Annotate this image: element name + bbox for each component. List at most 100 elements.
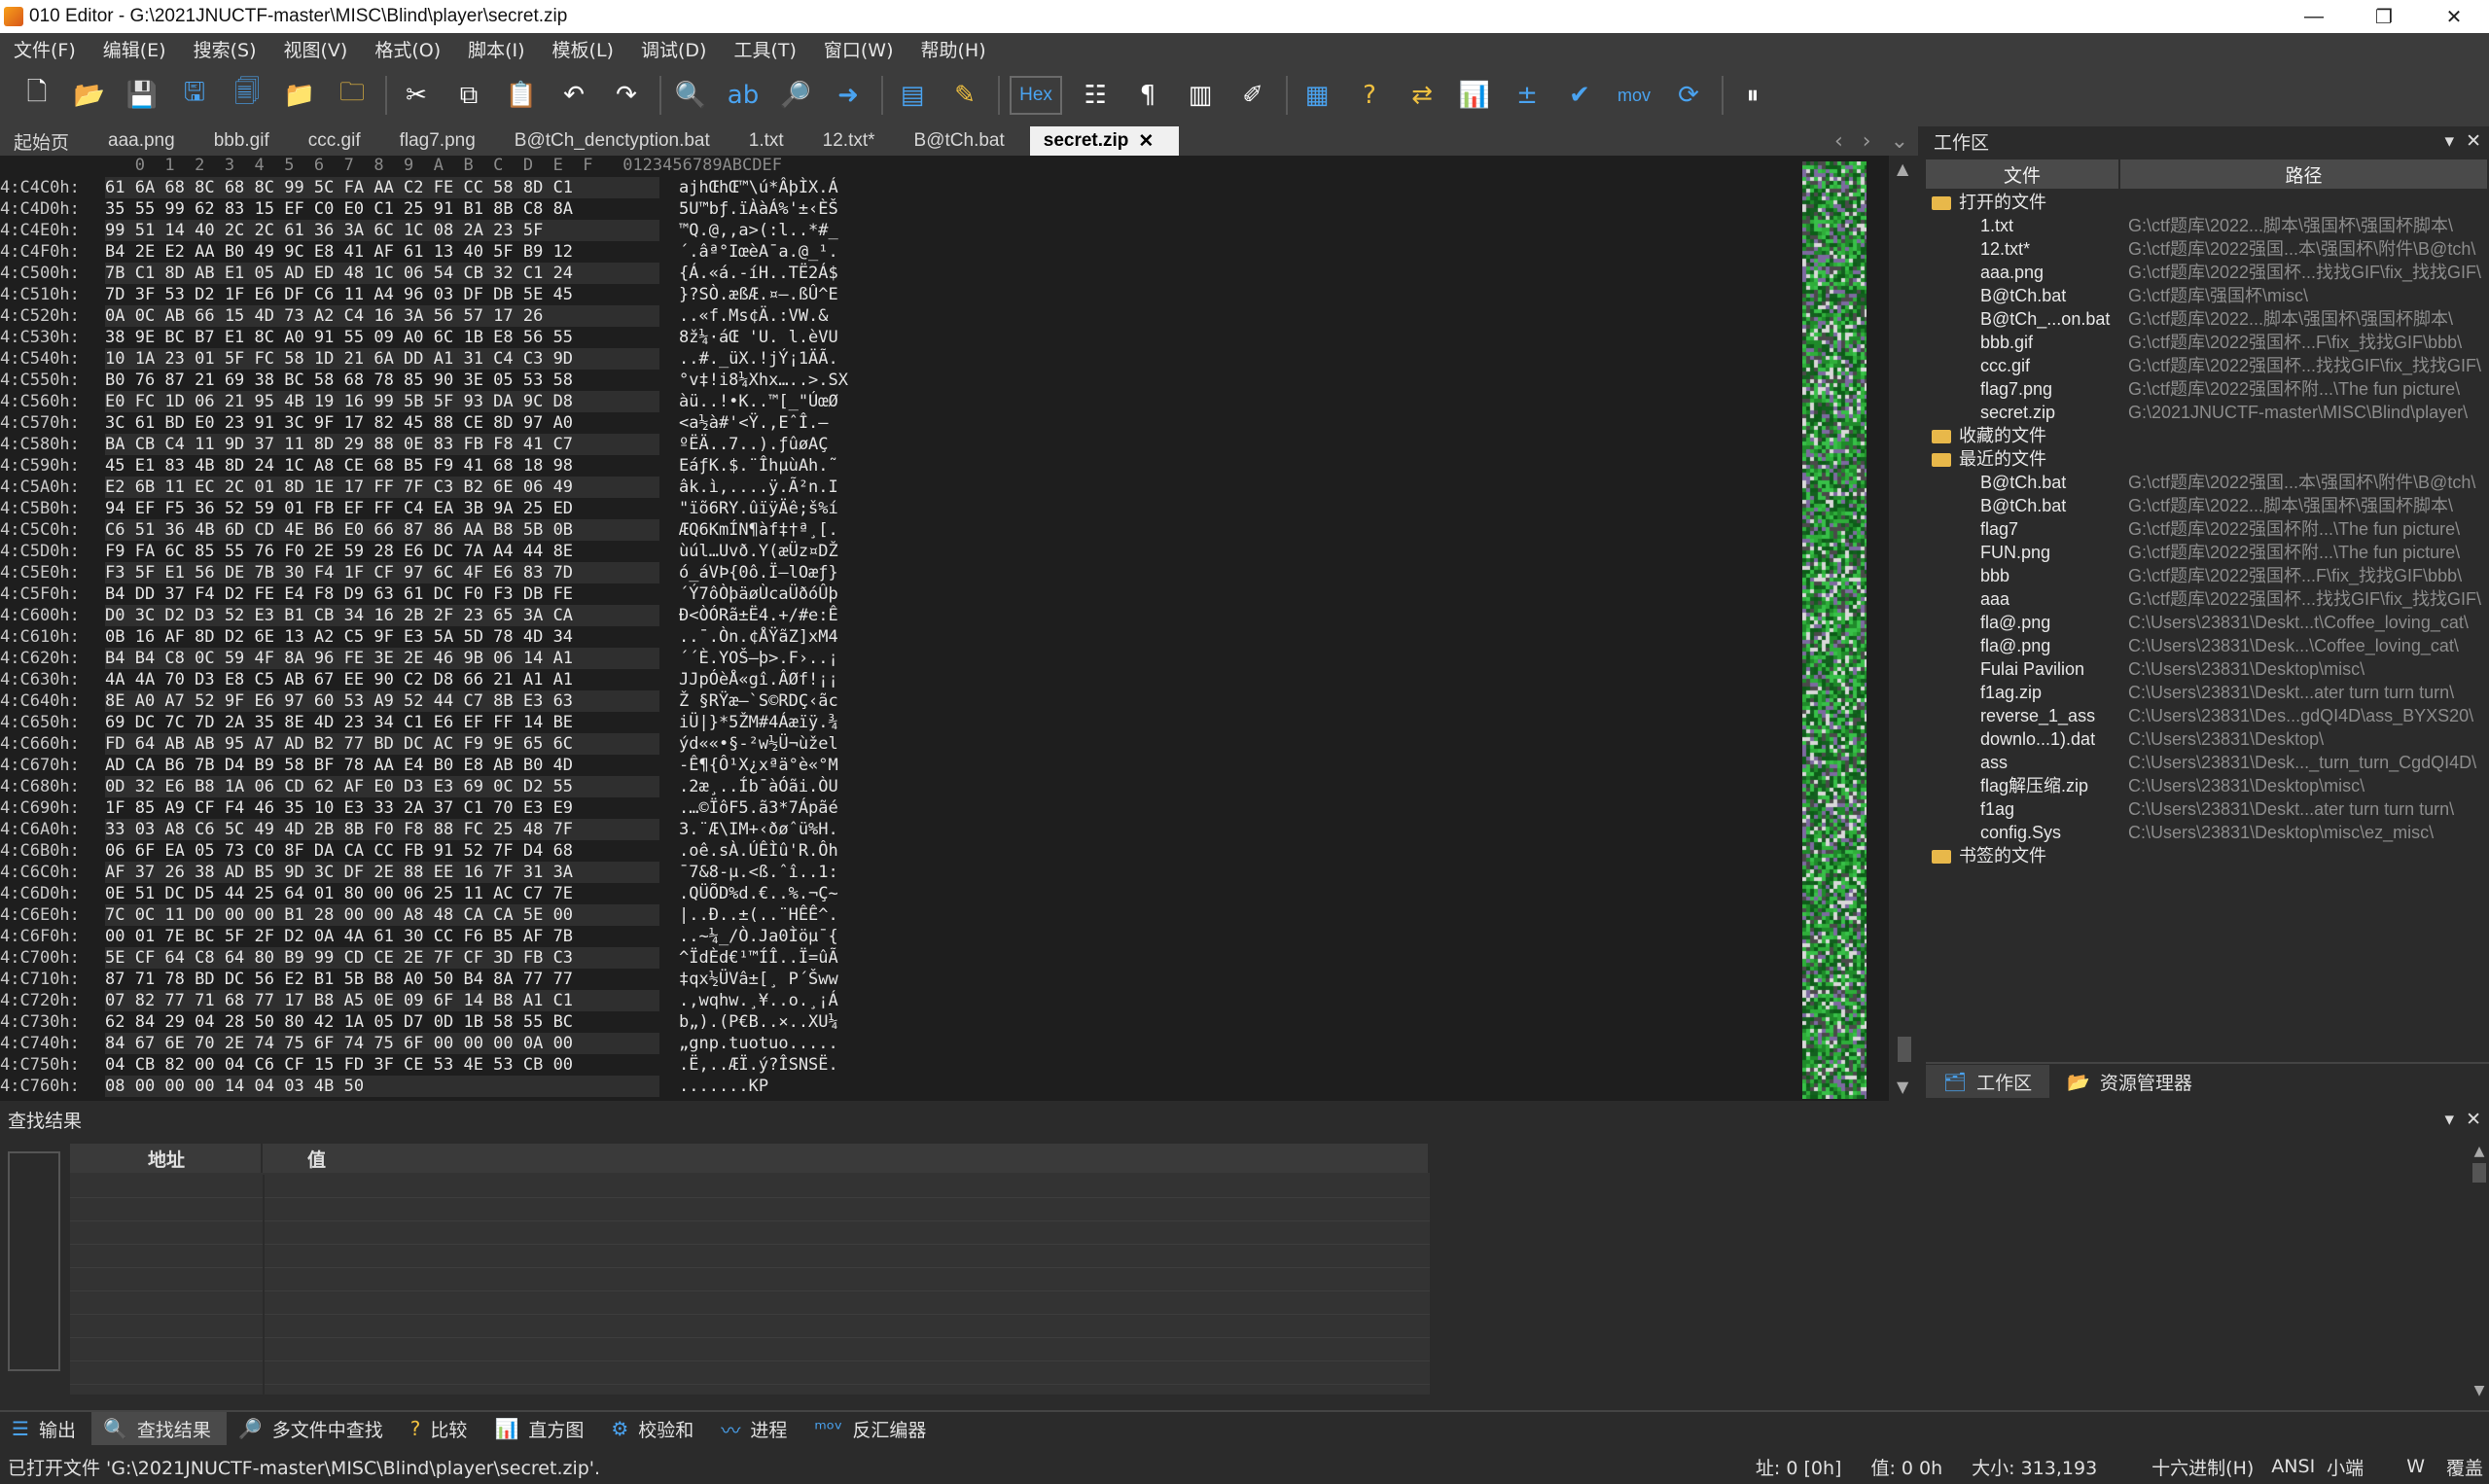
- hex-row-bytes[interactable]: B4 B4 C8 0C 59 4F 8A 96 FE 3E 2E 46 9B 0…: [105, 648, 659, 669]
- hex-row-bytes[interactable]: 0A 0C AB 66 15 4D 73 A2 C4 16 3A 56 57 1…: [105, 305, 659, 327]
- highlight-icon[interactable]: ✐: [1233, 76, 1272, 115]
- menu-script[interactable]: 脚本(I): [454, 36, 538, 62]
- hex-row-ascii[interactable]: Ž §RŸæ—`S©RDÇ‹ãc: [679, 690, 869, 712]
- cut-icon[interactable]: ✂: [397, 76, 436, 115]
- hex-row-bytes[interactable]: E0 FC 1D 06 21 95 4B 19 16 99 5B 5F 93 D…: [105, 391, 659, 412]
- menu-help[interactable]: 帮助(H): [907, 36, 1000, 62]
- hex-row-bytes[interactable]: 0B 16 AF 8D D2 6E 13 A2 C5 9F E3 5A 5D 7…: [105, 626, 659, 648]
- workspace-file-item[interactable]: bbb.gif G:\ctf题库\2022强国杯...F\fix_找找GIF\bb…: [1926, 331, 2489, 354]
- hex-row-bytes[interactable]: 45 E1 83 4B 8D 24 1C A8 CE 68 B5 F9 41 6…: [105, 455, 659, 477]
- workspace-file-item[interactable]: reverse_1_ass C:\Users\23831\Des...gdQI4D…: [1926, 704, 2489, 727]
- run-icon[interactable]: ✔: [1560, 76, 1599, 115]
- find-in-files-icon[interactable]: 🔎: [776, 76, 815, 115]
- hex-row-bytes[interactable]: BA CB C4 11 9D 37 11 8D 29 88 0E 83 FB F…: [105, 434, 659, 455]
- column-file[interactable]: 文件: [1926, 159, 2120, 189]
- hex-row-bytes[interactable]: 10 1A 23 01 5F FC 58 1D 21 6A DD A1 31 C…: [105, 348, 659, 370]
- workspace-file-item[interactable]: aaa G:\ctf题库\2022强国杯...找找GIF\fix_找找GIF\: [1926, 587, 2489, 611]
- hex-row-bytes[interactable]: AF 37 26 38 AD B5 9D 3C DF 2E 88 EE 16 7…: [105, 862, 659, 883]
- scroll-up-icon[interactable]: ▲: [2470, 1144, 2489, 1159]
- workspace-file-item[interactable]: downlo...1).dat C:\Users\23831\Desktop\: [1926, 727, 2489, 751]
- hex-row-bytes[interactable]: B0 76 87 21 69 38 BC 58 68 78 85 90 3E 0…: [105, 370, 659, 391]
- find-icon[interactable]: 🔍: [671, 76, 710, 115]
- minimize-button[interactable]: —: [2279, 0, 2349, 33]
- hex-row-bytes[interactable]: 08 00 00 00 14 04 03 4B 50: [105, 1076, 659, 1097]
- hex-row-ascii[interactable]: {Á.«á.-íH..TË2Á$: [679, 263, 869, 284]
- save-as-icon[interactable]: 🖫: [175, 76, 214, 115]
- hex-row-ascii[interactable]: iÜ|}*5ŽM#4Áæïÿ.¾: [679, 712, 869, 733]
- column-path[interactable]: 路径: [2120, 159, 2489, 189]
- chevron-left-icon[interactable]: ‹: [1834, 129, 1843, 154]
- checksum-icon[interactable]: ±: [1508, 76, 1547, 115]
- hex-row-bytes[interactable]: 7B C1 8D AB E1 05 AD ED 48 1C 06 54 CB 3…: [105, 263, 659, 284]
- open-file-icon[interactable]: 📂: [70, 76, 109, 115]
- tab-compare[interactable]: ? 比较: [399, 1412, 483, 1445]
- status-encoding[interactable]: ANSI: [2271, 1456, 2315, 1477]
- hex-row-bytes[interactable]: 35 55 99 62 83 15 EF C0 E0 C1 25 91 B1 8…: [105, 198, 659, 220]
- workspace-file-item[interactable]: fla@.png C:\Users\23831\Desk...\Coffee_lo…: [1926, 634, 2489, 657]
- hex-row-ascii[interactable]: Ð<ÒÓRã±Ë4.+/#e:Ê: [679, 605, 869, 626]
- hex-row-bytes[interactable]: 87 71 78 BD DC 56 E2 B1 5B B8 A0 50 B4 8…: [105, 969, 659, 990]
- hex-row-bytes[interactable]: F3 5F E1 56 DE 7B 30 F4 1F CF 97 6C 4F E…: [105, 562, 659, 583]
- tab-batch-decryption-bat[interactable]: B@tCh_denctyption.bat: [501, 126, 735, 156]
- undo-icon[interactable]: ↶: [554, 76, 593, 115]
- hex-row-ascii[interactable]: ..#._üX.!jÝ¡1ÄÃ.: [679, 348, 869, 370]
- status-overwrite[interactable]: 覆盖: [2446, 1454, 2483, 1480]
- menu-search[interactable]: 搜索(S): [180, 36, 270, 62]
- tab-aaa-png[interactable]: aaa.png: [94, 126, 200, 156]
- workspace-file-item[interactable]: fla@.png C:\Users\23831\Deskt...t\Coffee_…: [1926, 611, 2489, 634]
- scroll-down-icon[interactable]: ▼: [1897, 1078, 1908, 1096]
- hex-scrollbar[interactable]: ▲ ▼: [1889, 156, 1918, 1101]
- template-icon[interactable]: ▤: [893, 76, 932, 115]
- workspace-group[interactable]: 书签的文件: [1926, 844, 2489, 867]
- hex-row-ascii[interactable]: ‡qx½ÜVâ±[¸ P´Šww: [679, 969, 869, 990]
- hex-row-ascii[interactable]: ´´È.YOŠ–þ>.F›..¡: [679, 648, 869, 669]
- hex-toggle[interactable]: Hex: [1010, 76, 1062, 115]
- columns-icon[interactable]: ▥: [1181, 76, 1220, 115]
- copy-icon[interactable]: ⧉: [449, 76, 488, 115]
- hex-row-ascii[interactable]: ..¯.Òn.¢ÅŸãZ]xM4: [679, 626, 869, 648]
- hex-row-ascii[interactable]: „gnp.tuotuo.....: [679, 1033, 869, 1054]
- column-address[interactable]: 地址: [70, 1144, 263, 1173]
- workspace-file-item[interactable]: config.Sys C:\Users\23831\Desktop\misc\ez…: [1926, 821, 2489, 844]
- close-icon[interactable]: ✕: [2466, 130, 2481, 152]
- hex-row-bytes[interactable]: 04 CB 82 00 04 C6 CF 15 FD 3F CE 53 4E 5…: [105, 1054, 659, 1076]
- workspace-file-item[interactable]: flag7 G:\ctf题库\2022强国杯附...\The fun pictur…: [1926, 517, 2489, 541]
- hex-row-bytes[interactable]: 94 EF F5 36 52 59 01 FB EF FF C4 EA 3B 9…: [105, 498, 659, 519]
- hex-row-bytes[interactable]: 0D 32 E6 B8 1A 06 CD 62 AF E0 D3 E3 69 0…: [105, 776, 659, 797]
- hex-row-bytes[interactable]: 7D 3F 53 D2 1F E6 DF C6 11 A4 96 03 DF D…: [105, 284, 659, 305]
- menu-file[interactable]: 文件(F): [0, 36, 89, 62]
- replace-icon[interactable]: ab: [724, 76, 763, 115]
- hex-row-ascii[interactable]: .Ë‚..ÆÏ.ý?ÎSNSË.: [679, 1054, 869, 1076]
- hex-row-bytes[interactable]: C6 51 36 4B 6D CD 4E B6 E0 66 87 86 AA B…: [105, 519, 659, 541]
- mov-icon[interactable]: mov: [1613, 76, 1655, 115]
- tab-find-results[interactable]: 🔍 查找结果: [90, 1412, 227, 1445]
- tab-workspace[interactable]: 🗂 工作区: [1926, 1065, 2050, 1098]
- hex-row-ascii[interactable]: ^ÏdÈd€¹™ÍÎ..Ï=ûÃ: [679, 947, 869, 969]
- hex-row-bytes[interactable]: B4 2E E2 AA B0 49 9C E8 41 AF 61 13 40 5…: [105, 241, 659, 263]
- hex-row-bytes[interactable]: 84 67 6E 70 2E 74 75 6F 74 75 6F 00 00 0…: [105, 1033, 659, 1054]
- byte-overview-map[interactable]: [1802, 161, 1867, 1099]
- hex-row-ascii[interactable]: |..Ð..±(..¨HÊÊ^.: [679, 904, 869, 926]
- status-endian[interactable]: 小端: [2327, 1454, 2364, 1480]
- paragraph-icon[interactable]: ¶: [1128, 76, 1167, 115]
- hex-row-ascii[interactable]: ýd««•§-²w½Ü¬ùžel: [679, 733, 869, 755]
- hex-row-bytes[interactable]: 62 84 29 04 28 50 80 42 1A 05 D7 0D 1B 5…: [105, 1011, 659, 1033]
- new-file-icon[interactable]: 🗋: [18, 76, 56, 115]
- maximize-button[interactable]: ❐: [2349, 0, 2419, 33]
- hex-row-bytes[interactable]: F9 FA 6C 85 55 76 F0 2E 59 28 E6 DC 7A A…: [105, 541, 659, 562]
- workspace-file-item[interactable]: aaa.png G:\ctf题库\2022强国杯...找找GIF\fix_找找GI…: [1926, 261, 2489, 284]
- workspace-file-item[interactable]: 1.txt G:\ctf题库\2022...脚本\强国杯\强国杯脚本\: [1926, 214, 2489, 237]
- hex-row-ascii[interactable]: ´Ý7ôÒþäøÙcaÜðóÛþ: [679, 583, 869, 605]
- find-results-table[interactable]: 地址 值: [70, 1144, 1430, 1395]
- tab-ccc-gif[interactable]: ccc.gif: [295, 126, 386, 156]
- tab-start-page[interactable]: 起始页: [0, 126, 94, 156]
- hex-row-ascii[interactable]: ùúl…Uvð.Y(æÜz¤DŽ: [679, 541, 869, 562]
- hex-row-ascii[interactable]: ..«f.Ms¢Ä.:VW.&: [679, 305, 869, 327]
- edit-as-icon[interactable]: ☷: [1076, 76, 1115, 115]
- tab-find-in-files[interactable]: 🔎 多文件中查找: [227, 1412, 399, 1445]
- find-options-box[interactable]: [8, 1151, 60, 1371]
- hex-editor[interactable]: 0 1 2 3 4 5 6 7 8 9 A B C D E F 01234567…: [0, 156, 1918, 1101]
- hex-row-bytes[interactable]: 69 DC 7C 7D 2A 35 8E 4D 23 34 C1 E6 EF F…: [105, 712, 659, 733]
- byte-column[interactable]: 61 6A 68 8C 68 8C 99 5C FA AA C2 FE CC 5…: [105, 177, 659, 1097]
- hex-row-bytes[interactable]: D0 3C D2 D3 52 E3 B1 CB 34 16 2B 2F 23 6…: [105, 605, 659, 626]
